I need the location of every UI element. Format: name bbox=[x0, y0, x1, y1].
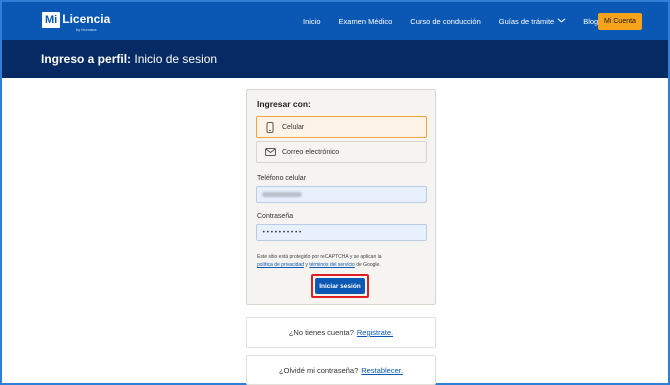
recaptcha-text: Este sitio está protegido por reCAPTCHA … bbox=[257, 254, 382, 260]
page-title-rest: Inicio de sesion bbox=[131, 52, 218, 66]
recaptcha-notice: Este sitio está protegido por reCAPTCHA … bbox=[257, 253, 429, 269]
nav-link-curso[interactable]: Curso de conducción bbox=[410, 17, 480, 26]
logo-mark: Mi bbox=[42, 12, 61, 28]
page-header: Ingreso a perfil: Inicio de sesion bbox=[2, 40, 668, 78]
nav-link-inicio[interactable]: Inicio bbox=[303, 17, 321, 26]
submit-highlight: Iniciar sesión bbox=[311, 274, 369, 298]
nav-link-guias[interactable]: Guías de trámite bbox=[498, 16, 566, 26]
mi-cuenta-button[interactable]: Mi Cuenta bbox=[598, 13, 642, 30]
phone-label: Teléfono celular bbox=[257, 175, 307, 182]
login-option-email[interactable]: Correo electrónico bbox=[256, 141, 427, 163]
chevron-down-icon bbox=[557, 17, 566, 25]
login-option-email-label: Correo electrónico bbox=[282, 148, 340, 156]
page-title-bold: Ingreso a perfil: bbox=[41, 52, 132, 66]
recaptcha-end: de Google. bbox=[354, 262, 381, 268]
login-title: Ingresar con: bbox=[257, 99, 311, 109]
phone-input[interactable] bbox=[256, 186, 427, 203]
login-option-phone-label: Celular bbox=[282, 123, 305, 131]
logo-wordmark: Licencia bbox=[62, 12, 111, 26]
login-option-phone[interactable]: Celular bbox=[256, 116, 427, 138]
nav-link-guias-label: Guías de trámite bbox=[498, 16, 555, 26]
phone-icon bbox=[263, 121, 277, 133]
nav-link-blog[interactable]: Blog bbox=[583, 17, 598, 26]
nav-link-examen-medico[interactable]: Examen Médico bbox=[339, 17, 393, 26]
mail-icon bbox=[263, 148, 277, 156]
register-link[interactable]: Registrate. bbox=[357, 328, 393, 337]
privacy-policy-link[interactable]: política de privacidad bbox=[257, 262, 304, 268]
register-text: ¿No tienes cuenta? bbox=[288, 328, 354, 337]
page-title: Ingreso a perfil: Inicio de sesion bbox=[41, 52, 217, 66]
reset-password-link[interactable]: Restablecer. bbox=[361, 366, 403, 375]
iniciar-sesion-button[interactable]: Iniciar sesión bbox=[315, 278, 365, 294]
nav-links: Inicio Examen Médico Curso de conducción… bbox=[303, 2, 616, 40]
forgot-text: ¿Olvidé mi contraseña? bbox=[279, 365, 359, 375]
password-label: Contraseña bbox=[257, 213, 294, 220]
terms-link[interactable]: términos del servicio bbox=[309, 262, 355, 268]
logo[interactable]: Mi Licencia by Humana bbox=[42, 12, 111, 32]
register-box: ¿No tienes cuenta? Registrate. bbox=[246, 317, 436, 348]
login-card: Ingresar con: Celular Correo electrónico… bbox=[246, 89, 436, 305]
logo-subtitle: by Humana bbox=[76, 27, 97, 32]
password-input[interactable]: •••••••••• bbox=[256, 224, 427, 241]
top-navbar: Mi Licencia by Humana Inicio Examen Médi… bbox=[2, 2, 668, 40]
forgot-password-box: ¿Olvidé mi contraseña? Restablecer. bbox=[246, 355, 436, 385]
phone-value-redacted bbox=[262, 192, 302, 197]
